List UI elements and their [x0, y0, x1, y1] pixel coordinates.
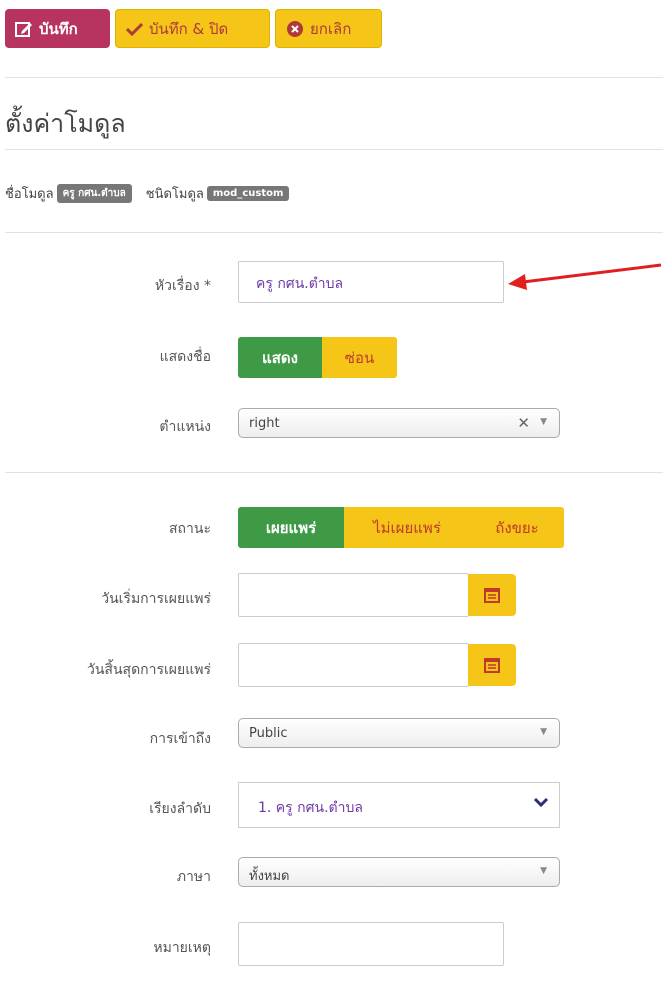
publish-start-input[interactable] — [238, 573, 469, 617]
status-trashed-option[interactable]: ถังขยะ — [470, 507, 564, 548]
toolbar: บันทึก บันทึก & ปิด ยกเลิก — [5, 9, 382, 48]
note-input[interactable] — [238, 922, 504, 966]
access-value: Public — [249, 726, 288, 741]
ordering-select[interactable]: 1. ครู กศน.ตำบล — [238, 782, 560, 828]
chevron-down-icon: ▼ — [540, 417, 547, 427]
divider — [5, 472, 663, 473]
check-icon — [126, 22, 143, 36]
position-select[interactable]: right ✕ ▼ — [238, 408, 560, 438]
divider — [5, 232, 663, 233]
position-value: right — [249, 416, 280, 431]
show-option[interactable]: แสดง — [238, 337, 322, 378]
show-title-toggle: แสดง ซ่อน — [238, 337, 397, 378]
divider — [5, 149, 663, 150]
title-input[interactable]: ครู กศน.ตำบล — [238, 261, 504, 303]
ordering-value: 1. ครู กศน.ตำบล — [258, 800, 363, 816]
publish-start-calendar-button[interactable] — [468, 574, 516, 616]
status-published-option[interactable]: เผยแพร่ — [238, 507, 344, 548]
page-title: ตั้งค่าโมดูล — [5, 109, 126, 138]
save-and-close-label: บันทึก & ปิด — [149, 19, 229, 38]
publish-start-label: วันเริ่มการเผยแพร่ — [101, 591, 211, 607]
access-select[interactable]: Public ▼ — [238, 718, 560, 748]
close-circle-icon — [286, 20, 304, 38]
save-button[interactable]: บันทึก — [5, 9, 110, 48]
clear-icon[interactable]: ✕ — [517, 414, 530, 432]
publish-end-calendar-button[interactable] — [468, 644, 516, 686]
chevron-down-icon: ▼ — [540, 727, 547, 737]
save-label: บันทึก — [39, 19, 78, 38]
status-toggle: เผยแพร่ ไม่เผยแพร่ ถังขยะ — [238, 507, 564, 548]
note-label: หมายเหตุ — [153, 940, 211, 956]
hide-option[interactable]: ซ่อน — [322, 337, 397, 378]
calendar-icon — [484, 588, 500, 603]
chevron-down-icon: ▼ — [540, 866, 547, 876]
cancel-button[interactable]: ยกเลิก — [275, 9, 382, 48]
edit-icon — [15, 21, 33, 37]
language-label: ภาษา — [176, 869, 211, 885]
publish-end-input[interactable] — [238, 643, 469, 687]
module-name-badge: ครู กศน.ตำบล — [56, 184, 132, 203]
chevron-down-icon — [533, 797, 549, 808]
divider — [5, 77, 663, 78]
title-input-value: ครู กศน.ตำบล — [256, 276, 344, 292]
show-title-label: แสดงชื่อ — [159, 349, 211, 365]
save-and-close-button[interactable]: บันทึก & ปิด — [115, 9, 270, 48]
position-label: ตำแหน่ง — [159, 419, 211, 435]
language-select[interactable]: ทั้งหมด ▼ — [238, 857, 560, 887]
module-type-badge: mod_custom — [206, 186, 290, 201]
module-type-label: ชนิดโมดูล — [145, 187, 204, 202]
status-label: สถานะ — [169, 521, 211, 537]
access-label: การเข้าถึง — [149, 731, 211, 747]
status-unpublished-option[interactable]: ไม่เผยแพร่ — [344, 507, 470, 548]
module-name-label: ชื่อโมดูล — [5, 187, 54, 202]
module-meta: ชื่อโมดูล ครู กศน.ตำบล ชนิดโมดูล mod_cus… — [5, 183, 297, 204]
cancel-label: ยกเลิก — [310, 19, 352, 38]
calendar-icon — [484, 658, 500, 673]
ordering-label: เรียงลำดับ — [149, 801, 211, 817]
language-value: ทั้งหมด — [249, 869, 290, 884]
title-label: หัวเรื่อง * — [154, 278, 211, 294]
publish-end-label: วันสิ้นสุดการเผยแพร่ — [86, 662, 211, 678]
annotation-arrow-icon — [508, 263, 662, 290]
